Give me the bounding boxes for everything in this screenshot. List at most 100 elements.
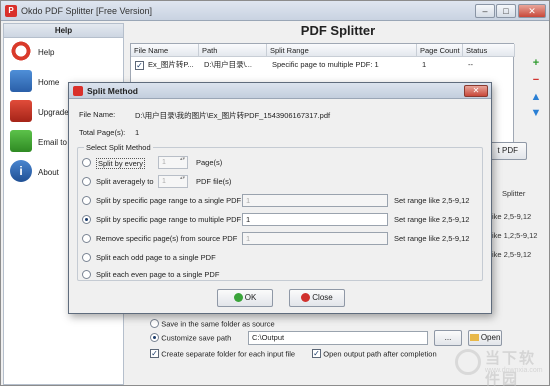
- close-icon: [301, 293, 311, 303]
- method-label: Split each even page to a single PDF: [96, 270, 220, 279]
- save-path-input[interactable]: C:\Output: [248, 331, 428, 345]
- remove-file-icon[interactable]: −: [529, 74, 543, 86]
- range-hint: Set range like 2,5-9,12: [394, 234, 470, 243]
- total-pages-label: Total Page(s):: [79, 128, 126, 137]
- files-spinner[interactable]: 1: [158, 175, 188, 188]
- method-label: Split averagely to: [96, 177, 154, 186]
- column-header-status[interactable]: Status: [463, 44, 515, 57]
- page-title: PDF Splitter: [300, 23, 376, 38]
- maximize-button[interactable]: □: [496, 4, 516, 18]
- separate-folder-checkbox[interactable]: ✓: [150, 349, 159, 359]
- row-checkbox[interactable]: ✓: [135, 61, 144, 70]
- app-logo-icon: P: [5, 5, 17, 17]
- open-folder-label: Open: [480, 333, 501, 342]
- same-folder-radio[interactable]: [150, 319, 159, 329]
- method-split-averagely[interactable]: Split averagely to 1 PDF file(s): [82, 175, 482, 189]
- method-radio[interactable]: [82, 158, 91, 167]
- method-label: Split by specific page range to a single…: [96, 196, 242, 205]
- method-radio[interactable]: [82, 270, 91, 279]
- home-icon: [10, 70, 32, 92]
- open-folder-button[interactable]: Open: [468, 330, 502, 346]
- column-header-file-name[interactable]: File Name: [131, 44, 199, 57]
- split-method-dialog: Split Method ✕ File Name: D:\用户目录\我的图片\E…: [68, 82, 492, 314]
- bg-fragment: Splitter: [502, 189, 526, 198]
- sidebar-item-help[interactable]: Help: [8, 40, 123, 66]
- same-folder-option[interactable]: Save in the same folder as source: [150, 319, 275, 329]
- browse-button[interactable]: ...: [434, 330, 462, 346]
- method-label: Remove specific page(s) from source PDF: [96, 234, 238, 243]
- sidebar-item-label: About: [38, 168, 59, 177]
- add-file-icon[interactable]: +: [529, 57, 543, 69]
- method-range-single[interactable]: Split by specific page range to a single…: [82, 194, 482, 208]
- method-range-multiple[interactable]: Split by specific page range to multiple…: [82, 213, 482, 227]
- method-remove-pages[interactable]: Remove specific page(s) from source PDF …: [82, 232, 482, 246]
- title-bar: P Okdo PDF Splitter [Free Version] – □ ✕: [1, 1, 549, 21]
- sidebar-item-label: Help: [38, 48, 55, 57]
- sidebar-item-label: Home: [38, 78, 60, 87]
- watermark-url: www.downxia.com: [485, 367, 543, 374]
- dialog-title: Split Method: [87, 86, 138, 96]
- group-title: Select Split Method: [84, 143, 153, 152]
- minimize-button[interactable]: –: [475, 4, 495, 18]
- close-button[interactable]: Close: [289, 289, 345, 307]
- bg-fragment: ike 2,5-9,12: [492, 250, 532, 259]
- method-radio[interactable]: [82, 234, 91, 243]
- range-input[interactable]: 1: [242, 213, 388, 226]
- method-split-every[interactable]: Split by every 1 Page(s): [82, 156, 482, 170]
- separate-folder-label: Create separate folder for each input fi…: [161, 349, 296, 359]
- column-header-split-range[interactable]: Split Range: [267, 44, 417, 57]
- open-after-label: Open output path after completion: [323, 349, 437, 359]
- customize-path-label: Customize save path: [161, 333, 232, 343]
- pages-spinner[interactable]: 1: [158, 156, 188, 169]
- range-input[interactable]: 1: [242, 232, 388, 245]
- ok-button[interactable]: OK: [217, 289, 273, 307]
- method-odd-pages[interactable]: Split each odd page to a single PDF: [82, 251, 482, 265]
- email-icon: [10, 130, 32, 152]
- split-method-group: Select Split Method Split by every 1 Pag…: [77, 143, 483, 282]
- dialog-close-button[interactable]: ✕: [464, 85, 488, 97]
- close-label: Close: [312, 293, 333, 302]
- sidebar-header: Help: [4, 24, 123, 38]
- move-up-icon[interactable]: ▲: [529, 91, 543, 103]
- method-suffix: Page(s): [196, 158, 223, 167]
- range-input[interactable]: 1: [242, 194, 388, 207]
- total-pages-value: 1: [135, 128, 140, 137]
- method-label: Split by specific page range to multiple…: [96, 215, 242, 224]
- dialog-app-icon: [73, 86, 83, 96]
- ok-label: OK: [244, 293, 257, 302]
- method-label: Split by every: [96, 158, 146, 169]
- method-label: Split each odd page to a single PDF: [96, 253, 216, 262]
- shopping-cart-icon: [10, 100, 32, 122]
- info-icon: i: [10, 160, 32, 182]
- method-even-pages[interactable]: Split each even page to a single PDF: [82, 268, 482, 282]
- move-down-icon[interactable]: ▼: [529, 107, 543, 119]
- range-hint: Set range like 2,5-9,12: [394, 215, 470, 224]
- method-radio[interactable]: [82, 253, 91, 262]
- cell-status: --: [468, 60, 473, 69]
- cell-path: D:\用户目录\...: [204, 60, 252, 69]
- open-after-option[interactable]: ✓ Open output path after completion: [312, 349, 437, 359]
- range-hint: Set range like 2,5-9,12: [394, 196, 470, 205]
- file-name-label: File Name:: [79, 110, 116, 119]
- column-header-page-count[interactable]: Page Count: [417, 44, 463, 57]
- folder-icon: [469, 334, 479, 342]
- watermark-logo-icon: [455, 349, 481, 375]
- open-after-checkbox[interactable]: ✓: [312, 349, 321, 359]
- cell-file-name: Ex_图片转P...: [148, 60, 194, 69]
- window-close-button[interactable]: ✕: [518, 4, 546, 18]
- lifebuoy-icon: [10, 40, 32, 62]
- column-header-path[interactable]: Path: [199, 44, 267, 57]
- customize-path-option[interactable]: Customize save path: [150, 333, 232, 343]
- check-icon: [233, 293, 243, 303]
- method-radio[interactable]: [82, 196, 91, 205]
- bg-fragment: ike 2,5-9,12: [492, 212, 532, 221]
- cell-page-count: 1: [422, 60, 427, 69]
- cell-split-range: Specific page to multiple PDF: 1: [272, 60, 379, 69]
- watermark: 当下软件园 www.downxia.com: [455, 345, 545, 388]
- window-title: Okdo PDF Splitter [Free Version]: [21, 6, 153, 16]
- customize-path-radio[interactable]: [150, 333, 159, 343]
- bg-fragment: ike 1,2;5-9,12: [492, 231, 538, 240]
- separate-folder-option[interactable]: ✓ Create separate folder for each input …: [150, 349, 296, 359]
- method-radio[interactable]: [82, 177, 91, 186]
- method-radio[interactable]: [82, 215, 91, 224]
